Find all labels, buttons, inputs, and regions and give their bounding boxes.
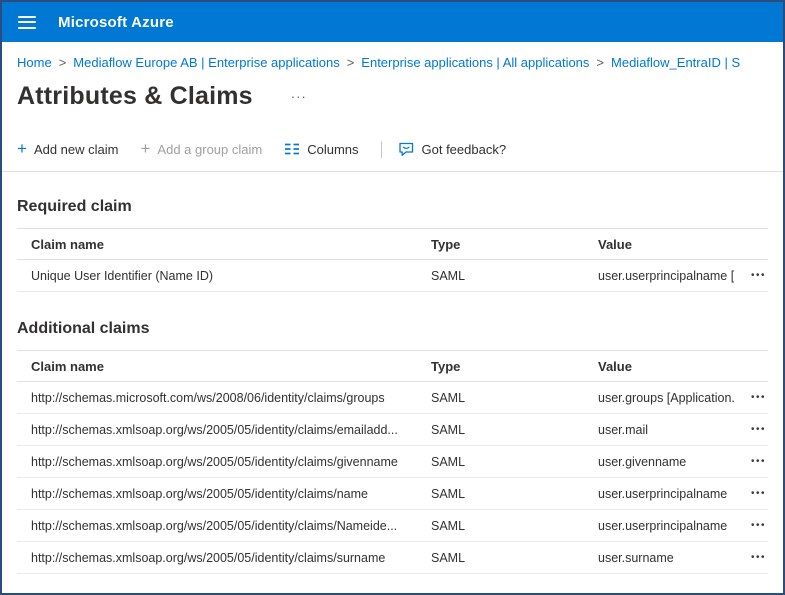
- add-icon: +: [140, 139, 151, 158]
- claim-type-cell: SAML: [431, 486, 466, 501]
- claim-value-cell: user.groups [Application...: [598, 390, 734, 405]
- breadcrumb-home[interactable]: Home: [17, 55, 52, 70]
- claim-value-cell: user.userprincipalname [...: [598, 268, 734, 283]
- claim-name-cell: http://schemas.xmlsoap.org/ws/2005/05/id…: [31, 518, 398, 533]
- breadcrumb-separator: >: [596, 55, 605, 70]
- claim-name-cell: http://schemas.xmlsoap.org/ws/2005/05/id…: [31, 486, 368, 501]
- columns-label: Columns: [307, 141, 359, 157]
- topbar-title: Microsoft Azure: [58, 13, 174, 31]
- type-header: Type: [431, 236, 461, 252]
- feedback-label: Got feedback?: [421, 141, 507, 157]
- breadcrumb: Home > Mediaflow Europe AB | Enterprise …: [2, 42, 783, 70]
- feedback-button[interactable]: Got feedback?: [398, 139, 507, 159]
- breadcrumb-all-applications[interactable]: Enterprise applications | All applicatio…: [361, 55, 589, 70]
- table-row[interactable]: http://schemas.xmlsoap.org/ws/2005/05/id…: [17, 478, 768, 510]
- additional-claims-table: Claim name Type Value http://schemas.mic…: [17, 350, 768, 574]
- page-title: Attributes & Claims: [17, 82, 253, 110]
- azure-portal-window: Microsoft Azure Home > Mediaflow Europe …: [0, 0, 785, 595]
- menu-icon[interactable]: [18, 15, 36, 29]
- table-row[interactable]: http://schemas.microsoft.com/ws/2008/06/…: [17, 382, 768, 414]
- add-icon: +: [17, 139, 27, 158]
- claim-type-cell: SAML: [431, 390, 466, 405]
- required-claim-section-title: Required claim: [17, 198, 132, 215]
- table-row[interactable]: http://schemas.xmlsoap.org/ws/2005/05/id…: [17, 446, 768, 478]
- add-new-claim-label: Add new claim: [33, 141, 119, 157]
- breadcrumb-mediaflow-entraid[interactable]: Mediaflow_EntraID | S: [611, 55, 740, 70]
- claim-name-header: Claim name: [31, 358, 104, 374]
- columns-button[interactable]: Columns: [284, 139, 359, 159]
- claim-name-header: Claim name: [31, 236, 104, 252]
- claim-value-cell: user.userprincipalname: [598, 486, 728, 501]
- claim-type-cell: SAML: [431, 454, 466, 469]
- type-header: Type: [431, 358, 461, 374]
- table-row[interactable]: http://schemas.xmlsoap.org/ws/2005/05/id…: [17, 510, 768, 542]
- claim-name-cell: Unique User Identifier (Name ID): [31, 268, 214, 283]
- claim-type-cell: SAML: [431, 550, 466, 565]
- toolbar-divider: [380, 140, 382, 158]
- add-new-claim-button[interactable]: + Add new claim: [17, 140, 118, 159]
- value-header: Value: [598, 358, 632, 374]
- claim-name-cell: http://schemas.xmlsoap.org/ws/2005/05/id…: [31, 550, 386, 565]
- add-group-claim-label: Add a group claim: [157, 141, 263, 157]
- breadcrumb-enterprise-app[interactable]: Mediaflow Europe AB | Enterprise applica…: [73, 55, 339, 70]
- claim-name-cell: http://schemas.xmlsoap.org/ws/2005/05/id…: [31, 454, 398, 469]
- claim-value-cell: user.givenname: [598, 454, 687, 469]
- columns-icon: [284, 141, 300, 157]
- claim-value-cell: user.mail: [598, 422, 649, 437]
- table-header-row: Claim name Type Value: [17, 351, 768, 382]
- breadcrumb-separator: >: [58, 55, 67, 70]
- claim-value-cell: user.userprincipalname: [598, 518, 728, 533]
- table-row[interactable]: http://schemas.xmlsoap.org/ws/2005/05/id…: [17, 414, 768, 446]
- feedback-icon: [398, 141, 415, 157]
- value-header: Value: [598, 236, 632, 252]
- table-header-row: Claim name Type Value: [17, 229, 768, 260]
- row-more-button[interactable]: •••: [749, 452, 768, 471]
- row-more-button[interactable]: •••: [749, 388, 768, 407]
- claim-type-cell: SAML: [431, 268, 466, 283]
- additional-claims-section-title: Additional claims: [17, 320, 150, 337]
- table-row[interactable]: Unique User Identifier (Name ID) SAML us…: [17, 260, 768, 292]
- claim-type-cell: SAML: [431, 518, 466, 533]
- required-claim-table: Claim name Type Value Unique User Identi…: [17, 228, 768, 292]
- row-more-button[interactable]: •••: [749, 484, 768, 503]
- breadcrumb-separator: >: [346, 55, 355, 70]
- page-header: Attributes & Claims ···: [2, 70, 783, 111]
- add-group-claim-button[interactable]: + Add a group claim: [140, 140, 262, 159]
- table-row[interactable]: http://schemas.xmlsoap.org/ws/2005/05/id…: [17, 542, 768, 574]
- row-more-button[interactable]: •••: [749, 548, 768, 567]
- page-more-button[interactable]: ···: [287, 87, 311, 106]
- claim-name-cell: http://schemas.xmlsoap.org/ws/2005/05/id…: [31, 422, 398, 437]
- row-more-button[interactable]: •••: [749, 420, 768, 439]
- command-bar: + Add new claim + Add a group claim Colu…: [2, 111, 783, 161]
- topbar: Microsoft Azure: [2, 2, 783, 42]
- row-more-button[interactable]: •••: [749, 516, 768, 535]
- claim-name-cell: http://schemas.microsoft.com/ws/2008/06/…: [31, 390, 385, 405]
- claim-type-cell: SAML: [431, 422, 466, 437]
- claim-value-cell: user.surname: [598, 550, 674, 565]
- row-more-button[interactable]: •••: [749, 266, 768, 285]
